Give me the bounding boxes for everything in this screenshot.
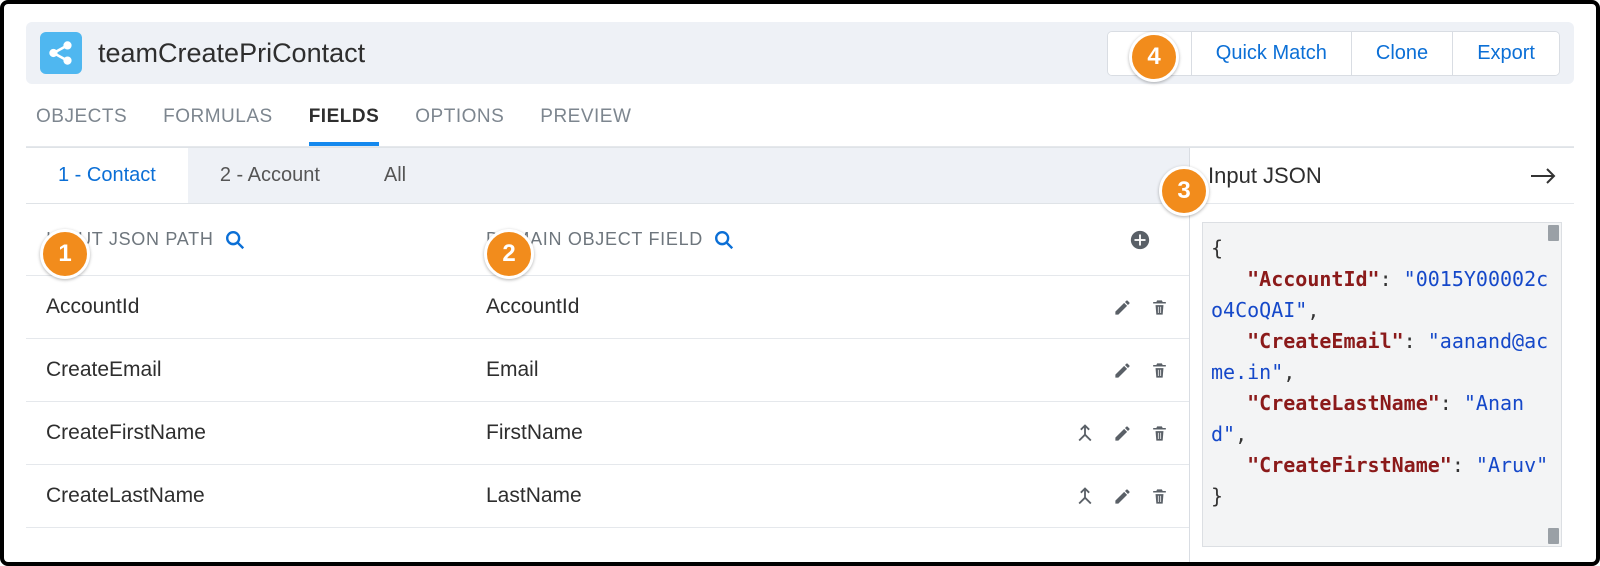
delete-icon[interactable] (1150, 424, 1169, 443)
cell-input-path: CreateEmail (46, 358, 486, 382)
merge-icon[interactable] (1075, 423, 1095, 443)
cell-input-path: AccountId (46, 295, 486, 319)
cell-domain-field: LastName (486, 484, 1075, 508)
table-row: AccountIdAccountId (26, 276, 1189, 339)
tab-options[interactable]: OPTIONS (415, 106, 504, 146)
cell-input-path: CreateFirstName (46, 421, 486, 445)
sub-tab-all[interactable]: All (352, 148, 438, 203)
callout-4: 4 (1129, 32, 1179, 82)
sub-tab-account[interactable]: 2 - Account (188, 148, 352, 203)
input-json-title: Input JSON (1208, 163, 1322, 189)
table-row: CreateFirstNameFirstName (26, 402, 1189, 465)
edit-icon[interactable] (1113, 361, 1132, 380)
cell-domain-field: FirstName (486, 421, 1075, 445)
cell-input-path: CreateLastName (46, 484, 486, 508)
input-json-panel: Input JSON { "AccountId": "0015Y00002co4… (1189, 148, 1574, 565)
arrow-right-icon[interactable] (1530, 167, 1556, 185)
merge-icon[interactable] (1075, 486, 1095, 506)
page-title: teamCreatePriContact (98, 38, 365, 69)
table-row: CreateLastNameLastName (26, 465, 1189, 528)
table-row: CreateEmailEmail (26, 339, 1189, 402)
tab-objects[interactable]: OBJECTS (36, 106, 127, 146)
scroll-thumb[interactable] (1548, 528, 1559, 544)
callout-2: 2 (484, 229, 534, 279)
tab-fields[interactable]: FIELDS (309, 106, 380, 146)
quick-match-button[interactable]: Quick Match (1192, 32, 1352, 75)
search-icon[interactable] (224, 229, 246, 251)
export-button[interactable]: Export (1453, 32, 1559, 75)
sub-tabs: 1 - Contact 2 - Account All (26, 148, 1189, 204)
tab-preview[interactable]: PREVIEW (540, 106, 631, 146)
cell-domain-field: Email (486, 358, 1113, 382)
edit-icon[interactable] (1113, 298, 1132, 317)
delete-icon[interactable] (1150, 298, 1169, 317)
edit-icon[interactable] (1113, 487, 1132, 506)
edit-icon[interactable] (1113, 424, 1132, 443)
json-code-box[interactable]: { "AccountId": "0015Y00002co4CoQAI", "Cr… (1202, 222, 1562, 547)
scroll-thumb[interactable] (1548, 225, 1559, 241)
add-icon[interactable] (1129, 229, 1151, 251)
callout-1: 1 (40, 229, 90, 279)
sub-tab-contact[interactable]: 1 - Contact (26, 148, 188, 203)
column-header-row: INPUT JSON PATH DOMAIN OBJECT FIELD (26, 204, 1189, 276)
search-icon[interactable] (713, 229, 735, 251)
header-bar: teamCreatePriContact Edit Quick Match Cl… (26, 22, 1574, 84)
cell-domain-field: AccountId (486, 295, 1113, 319)
clone-button[interactable]: Clone (1352, 32, 1453, 75)
app-icon (40, 32, 82, 74)
mapping-rows: AccountIdAccountIdCreateEmailEmailCreate… (26, 276, 1189, 565)
nav-tabs: OBJECTS FORMULAS FIELDS OPTIONS PREVIEW (26, 84, 1574, 147)
delete-icon[interactable] (1150, 487, 1169, 506)
delete-icon[interactable] (1150, 361, 1169, 380)
callout-3: 3 (1159, 166, 1209, 216)
json-text: { "AccountId": "0015Y00002co4CoQAI", "Cr… (1211, 233, 1553, 512)
tab-formulas[interactable]: FORMULAS (163, 106, 273, 146)
